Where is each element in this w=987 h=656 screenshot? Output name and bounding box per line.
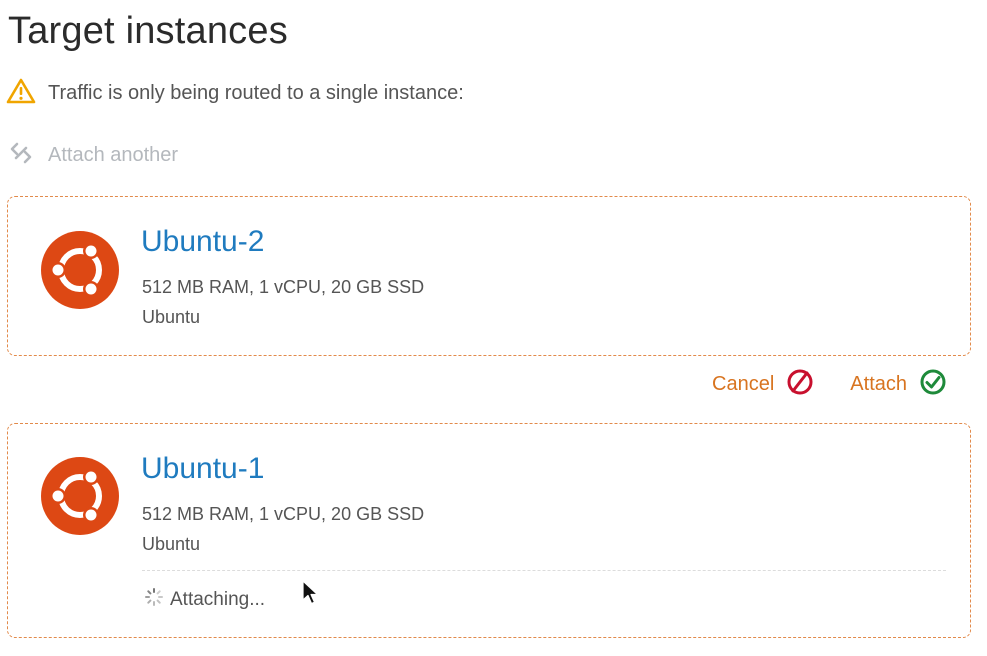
attaching-status: Attaching... (144, 587, 265, 613)
instance-card-ubuntu-2: Ubuntu-2 512 MB RAM, 1 vCPU, 20 GB SSD U… (7, 196, 971, 356)
warning-triangle-icon (6, 78, 36, 109)
cancel-label: Cancel (712, 373, 775, 395)
instance-specs: 512 MB RAM, 1 vCPU, 20 GB SSD (142, 504, 425, 524)
instance-specs: 512 MB RAM, 1 vCPU, 20 GB SSD (142, 277, 425, 297)
card-divider (142, 570, 946, 571)
attach-another-button[interactable]: Attach another (8, 140, 178, 171)
attaching-status-text: Attaching... (170, 589, 266, 610)
warning-text: Traffic is only being routed to a single… (48, 82, 464, 104)
instance-name-link[interactable]: Ubuntu-1 (141, 452, 264, 486)
ubuntu-logo-icon (41, 457, 119, 535)
attach-button[interactable]: Attach (850, 368, 947, 401)
instance-card-ubuntu-1: Ubuntu-1 512 MB RAM, 1 vCPU, 20 GB SSD U… (7, 423, 971, 638)
cancel-button[interactable]: Cancel (712, 368, 814, 401)
attach-link-icon (8, 140, 34, 171)
page-title: Target instances (8, 10, 288, 52)
attach-another-label: Attach another (48, 144, 179, 166)
ubuntu-logo-icon (41, 231, 119, 309)
instance-name-link[interactable]: Ubuntu-2 (141, 225, 264, 259)
spinner-icon (144, 587, 164, 613)
instance-os: Ubuntu (142, 534, 201, 554)
instance-os: Ubuntu (142, 307, 201, 327)
attach-actions: Cancel Attach (712, 368, 947, 401)
mouse-pointer-icon (302, 580, 320, 611)
cancel-icon (786, 368, 814, 401)
attach-label: Attach (850, 373, 907, 395)
warning-banner: Traffic is only being routed to a single… (6, 78, 464, 109)
target-instances-page: Target instances Traffic is only being r… (0, 0, 987, 656)
check-circle-icon (919, 368, 947, 401)
